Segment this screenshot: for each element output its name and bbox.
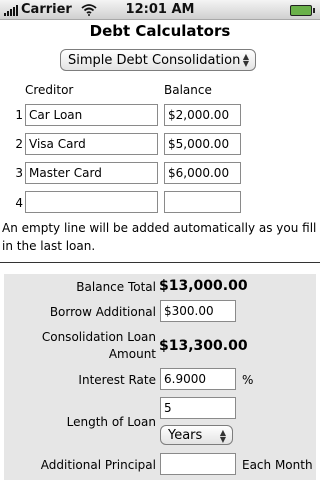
consolidation-loan-value: $13,300.00 xyxy=(159,338,248,354)
balance-column-header: Balance xyxy=(164,83,212,97)
creditor-input[interactable] xyxy=(25,191,158,213)
row-number: 2 xyxy=(15,137,23,151)
length-of-loan-label: Length of Loan xyxy=(66,415,156,429)
section-divider xyxy=(0,262,320,263)
balance-input[interactable] xyxy=(164,133,241,155)
balance-input[interactable] xyxy=(164,104,241,126)
balance-total-value: $13,000.00 xyxy=(159,278,248,294)
borrow-additional-label: Borrow Additional xyxy=(49,305,156,319)
page-title: Debt Calculators xyxy=(89,22,231,40)
borrow-additional-input[interactable] xyxy=(160,300,236,322)
select-arrows-icon: ▲ ▼ xyxy=(219,428,226,444)
calculator-type-selected: Simple Debt Consolidation xyxy=(68,52,241,68)
row-number: 4 xyxy=(15,196,23,210)
empty-line-note: An empty line will be added automaticall… xyxy=(2,221,317,253)
row-number: 3 xyxy=(15,166,23,180)
row-number: 1 xyxy=(15,108,23,122)
creditor-input[interactable] xyxy=(25,104,158,126)
loan-length-unit-selected: Years xyxy=(168,427,203,443)
creditor-input[interactable] xyxy=(25,133,158,155)
creditor-column-header: Creditor xyxy=(25,83,74,97)
loan-length-unit-select[interactable]: Years ▲ ▼ xyxy=(160,425,233,445)
interest-rate-input[interactable] xyxy=(160,368,236,390)
percent-unit: % xyxy=(242,373,254,387)
balance-input[interactable] xyxy=(164,162,241,184)
consolidation-loan-label: Consolidation Loan Amount xyxy=(42,329,156,363)
calculator-type-select[interactable]: Simple Debt Consolidation ▲ ▼ xyxy=(60,49,256,71)
status-time: 12:01 AM xyxy=(125,2,195,17)
each-month-unit: Each Month xyxy=(242,458,313,472)
consolidation-loan-label-line2: Amount xyxy=(108,347,156,361)
creditor-input[interactable] xyxy=(25,162,158,184)
interest-rate-label: Interest Rate xyxy=(78,373,156,387)
additional-principal-label: Additional Principal xyxy=(40,458,156,472)
consolidation-loan-label-line1: Consolidation Loan xyxy=(41,330,156,344)
balance-input[interactable] xyxy=(164,191,241,213)
battery-icon xyxy=(290,5,315,16)
status-bar: Carrier 12:01 AM xyxy=(0,0,320,20)
select-arrows-icon: ▲ ▼ xyxy=(242,52,249,68)
additional-principal-input[interactable] xyxy=(160,453,236,475)
balance-total-label: Balance Total xyxy=(76,280,156,294)
length-of-loan-input[interactable] xyxy=(160,397,236,419)
